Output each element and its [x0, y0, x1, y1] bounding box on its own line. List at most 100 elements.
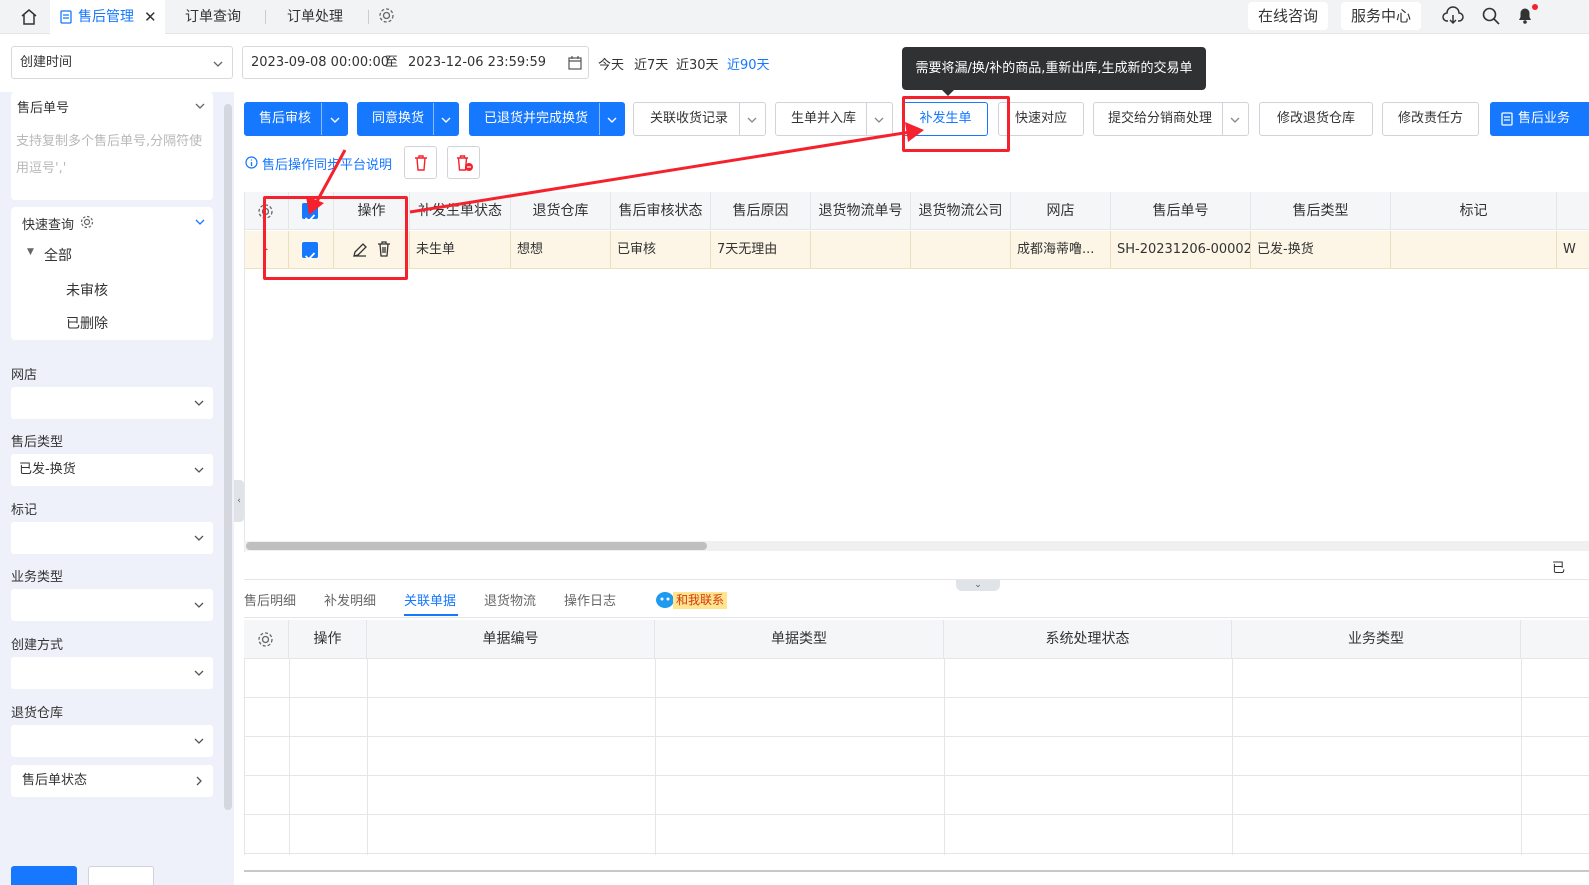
chevron-down-icon	[194, 670, 204, 676]
delete-button[interactable]	[404, 146, 437, 179]
tree-item-all[interactable]: 全部	[44, 245, 72, 265]
top-tab-bar: 售后管理 ✕ 订单查询 订单处理 在线咨询 服务中心	[0, 0, 1589, 34]
bell-icon[interactable]	[1515, 4, 1539, 26]
cell-shop: 成都海蒂噜...	[1011, 231, 1111, 269]
detail-bottom-scroll[interactable]	[244, 870, 1589, 872]
tab-after-sale-detail[interactable]: 售后明细	[244, 590, 296, 609]
tree-item-unaudited[interactable]: 未审核	[66, 280, 108, 300]
returned-complete-exchange-button[interactable]: 已退货并完成换货	[469, 102, 625, 136]
order-no-input[interactable]: 支持复制多个售后单号,分隔符使用逗号','	[16, 128, 212, 182]
chevron-down-icon[interactable]	[873, 114, 885, 126]
chevron-right-icon	[196, 776, 202, 786]
chevron-down-icon[interactable]	[329, 114, 341, 126]
cloud-download-icon[interactable]	[1442, 6, 1464, 26]
chevron-down-icon[interactable]	[194, 100, 206, 112]
after-sale-status-filter[interactable]: 售后单状态	[11, 765, 213, 797]
time-field-label: 创建时间	[20, 55, 73, 70]
chevron-down-icon[interactable]	[746, 114, 758, 126]
tab-return-logistics[interactable]: 退货物流	[484, 590, 536, 609]
detail-empty-row	[244, 815, 1589, 854]
chevron-down-icon[interactable]	[606, 114, 618, 126]
grid-left-border	[244, 192, 245, 552]
tab-divider	[368, 10, 369, 24]
mark-select[interactable]	[11, 522, 213, 554]
annotation-box-reissue	[902, 96, 1010, 152]
after-sale-audit-button[interactable]: 售后审核	[244, 102, 348, 136]
delete-forbidden-button[interactable]	[447, 146, 480, 179]
active-tab-underline	[404, 614, 458, 616]
shop-select[interactable]	[11, 387, 213, 419]
detail-col-system-status: 系统处理状态	[944, 620, 1232, 659]
reissue-tooltip: 需要将漏/换/补的商品,重新出库,生成新的交易单	[902, 47, 1206, 90]
quick-today[interactable]: 今天	[598, 54, 624, 73]
caret-down-icon[interactable]: ▼	[27, 247, 34, 257]
chevron-down-icon[interactable]	[1229, 114, 1241, 126]
date-range-picker[interactable]: 2023-09-08 00:00:00 至 2023-12-06 23:59:5…	[242, 46, 589, 79]
cell-logistics-no	[811, 231, 911, 269]
chevron-down-icon	[194, 400, 204, 406]
search-button[interactable]	[11, 866, 77, 885]
service-center-button[interactable]: 服务中心	[1341, 2, 1422, 30]
horizontal-scrollbar-thumb[interactable]	[246, 542, 707, 550]
detail-col-line	[944, 659, 945, 855]
submit-to-distributor-label: 提交给分销商处理	[1108, 111, 1213, 126]
gear-icon[interactable]	[80, 215, 94, 229]
detail-col-line	[367, 659, 368, 855]
cell-mark	[1391, 231, 1557, 269]
close-icon[interactable]: ✕	[144, 0, 157, 34]
tab-order-query[interactable]: 订单查询	[185, 0, 241, 34]
modify-return-warehouse-button[interactable]: 修改退货仓库	[1259, 102, 1373, 136]
return-warehouse-select[interactable]	[11, 725, 213, 757]
gear-icon[interactable]	[378, 7, 395, 24]
sidebar-scrollbar[interactable]	[224, 104, 232, 810]
sync-note-link[interactable]: 售后操作同步平台说明	[262, 154, 392, 173]
col-header-logistics-company: 退货物流公司	[911, 192, 1011, 230]
create-method-label: 创建方式	[11, 638, 64, 653]
chevron-down-icon[interactable]	[194, 216, 206, 228]
detail-settings-header[interactable]	[244, 620, 289, 659]
create-and-stock-in-button[interactable]: 生单并入库	[775, 102, 893, 136]
split-toggle-handle[interactable]: ⌄	[956, 580, 1000, 591]
quick-30days[interactable]: 近30天	[676, 54, 719, 73]
quick-90days[interactable]: 近90天	[727, 54, 770, 73]
col-header-reason: 售后原因	[711, 192, 811, 230]
detail-empty-row	[244, 776, 1589, 815]
date-end: 2023-12-06 23:59:59	[408, 55, 547, 70]
after-sale-business-button[interactable]: 售后业务	[1490, 102, 1589, 136]
return-warehouse-label: 退货仓库	[11, 706, 64, 721]
tab-order-process[interactable]: 订单处理	[287, 0, 343, 34]
cell-reason: 7天无理由	[711, 231, 811, 269]
online-consult-button[interactable]: 在线咨询	[1248, 2, 1329, 30]
search-icon[interactable]	[1481, 6, 1501, 26]
tab-linked-documents[interactable]: 关联单据	[404, 590, 456, 609]
tab-operation-log[interactable]: 操作日志	[564, 590, 616, 609]
cell-extra: W	[1557, 231, 1589, 269]
business-type-select[interactable]	[11, 589, 213, 621]
chevron-down-icon	[194, 467, 204, 473]
chevron-down-icon[interactable]	[440, 114, 452, 126]
filter-sidebar: 售后单号 支持复制多个售后单号,分隔符使用逗号',' 快速查询 ▼ 全部 未审核…	[0, 92, 234, 885]
contact-me-badge[interactable]: 和我联系	[673, 592, 728, 609]
modify-responsible-party-button[interactable]: 修改责任方	[1382, 102, 1479, 136]
create-method-select[interactable]	[11, 657, 213, 689]
calendar-icon	[568, 56, 582, 70]
reset-button[interactable]	[88, 866, 154, 885]
tab-reissue-detail[interactable]: 补发明细	[324, 590, 376, 609]
chat-bot-icon[interactable]	[655, 591, 675, 609]
home-icon[interactable]	[20, 8, 38, 26]
tab-after-sales[interactable]: 售后管理 ✕	[50, 0, 165, 34]
cell-reissue-status: 未生单	[410, 231, 511, 269]
link-receipt-button[interactable]: 关联收货记录	[633, 102, 766, 136]
quick-match-button[interactable]: 快速对应	[998, 102, 1084, 136]
trash-icon	[415, 155, 427, 171]
detail-col-business-type: 业务类型	[1232, 620, 1521, 659]
submit-to-distributor-button[interactable]: 提交给分销商处理	[1093, 102, 1249, 136]
quick-7days[interactable]: 近7天	[634, 54, 668, 73]
col-header-reissue-status: 补发生单状态	[410, 192, 511, 230]
gear-icon[interactable]	[257, 631, 274, 648]
tree-item-deleted[interactable]: 已删除	[66, 313, 108, 333]
time-field-select[interactable]: 创建时间	[11, 46, 233, 79]
collapse-sidebar-handle[interactable]: ‹	[234, 480, 244, 522]
after-sale-type-select[interactable]: 已发-换货	[11, 454, 213, 486]
agree-exchange-button[interactable]: 同意换货	[357, 102, 459, 136]
